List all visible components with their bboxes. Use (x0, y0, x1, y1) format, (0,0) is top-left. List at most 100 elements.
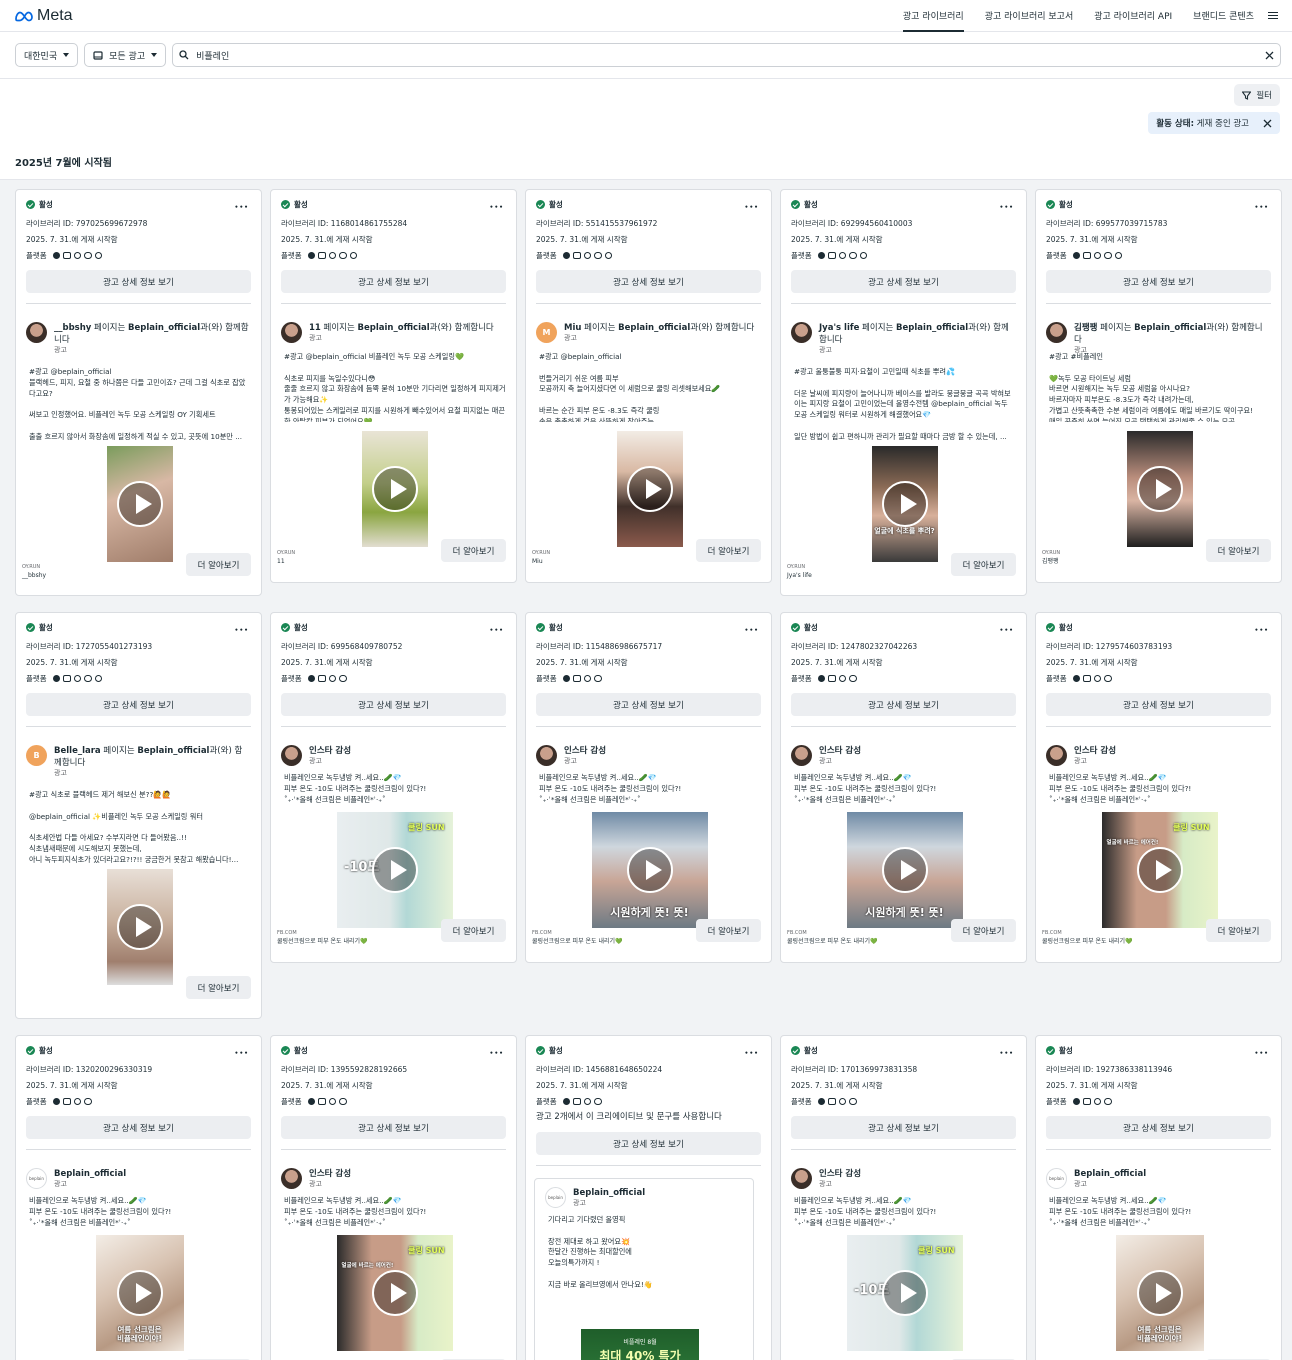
page-name[interactable]: __bbshy (54, 323, 91, 333)
search-input[interactable]: 비플레인 (172, 43, 1281, 67)
learn-more-button[interactable]: 더 알아보기 (441, 539, 506, 562)
see-ad-details-button[interactable]: 광고 상세 정보 보기 (536, 1132, 761, 1155)
more-options-icon[interactable]: ••• (1254, 627, 1269, 634)
more-options-icon[interactable]: ••• (744, 1050, 759, 1057)
partner-name[interactable]: Beplain_official (1134, 323, 1206, 333)
see-ad-details-button[interactable]: 광고 상세 정보 보기 (791, 270, 1016, 293)
ad-video-thumbnail[interactable]: -10도 쿨링 SUN (336, 812, 453, 928)
more-options-icon[interactable]: ••• (234, 1050, 249, 1057)
nav-ad-library[interactable]: 광고 라이브러리 (903, 0, 964, 32)
learn-more-button[interactable]: 더 알아보기 (696, 539, 761, 562)
more-options-icon[interactable]: ••• (1254, 1050, 1269, 1057)
ad-video-thumbnail[interactable]: 시원하게 뜻! 뜻! (846, 812, 963, 928)
nav-ad-library-api[interactable]: 광고 라이브러리 API (1094, 0, 1172, 32)
play-button-icon[interactable] (1136, 1270, 1183, 1316)
ad-video-thumbnail[interactable]: 여름 선크림은 비플레인이야! (1115, 1235, 1204, 1351)
ad-video-thumbnail[interactable] (1126, 431, 1193, 547)
page-name[interactable]: Beplain_official (1074, 1169, 1146, 1179)
country-select[interactable]: 대한민국 (15, 43, 79, 67)
remove-filter-icon[interactable] (1263, 119, 1272, 128)
see-ad-details-button[interactable]: 광고 상세 정보 보기 (1046, 693, 1271, 716)
more-options-icon[interactable]: ••• (489, 1050, 504, 1057)
page-name[interactable]: Miu (564, 323, 581, 333)
play-button-icon[interactable] (1136, 466, 1183, 512)
partner-name[interactable]: Beplain_official (358, 323, 430, 333)
nav-branded-content[interactable]: 브랜디드 콘텐츠 (1193, 0, 1254, 32)
page-name[interactable]: 인스타 감성 (819, 1169, 861, 1179)
more-options-icon[interactable]: ••• (999, 627, 1014, 634)
status-filter-chip[interactable]: 활동 상태: 게재 중인 광고 (1148, 112, 1280, 134)
ad-video-thumbnail[interactable]: 여름 선크림은 비플레인이야! (95, 1235, 184, 1351)
ad-type-select[interactable]: 모든 광고 (84, 43, 167, 67)
more-options-icon[interactable]: ••• (744, 204, 759, 211)
more-options-icon[interactable]: ••• (234, 204, 249, 211)
ad-video-thumbnail[interactable]: 얼굴에 식초를 뿌려? (871, 446, 938, 562)
hamburger-menu-icon[interactable] (1268, 12, 1278, 19)
ad-video-thumbnail[interactable] (361, 431, 428, 547)
nav-ad-library-report[interactable]: 광고 라이브러리 보고서 (985, 0, 1074, 32)
play-button-icon[interactable] (371, 847, 418, 893)
page-name[interactable]: Belle_lara (54, 746, 101, 756)
ad-video-thumbnail[interactable]: 시원하게 뜻! 뜻! (591, 812, 708, 928)
learn-more-button[interactable]: 더 알아보기 (951, 553, 1016, 576)
more-options-icon[interactable]: ••• (489, 204, 504, 211)
play-button-icon[interactable] (371, 1270, 418, 1316)
learn-more-button[interactable]: 더 알아보기 (441, 919, 506, 942)
play-button-icon[interactable] (116, 904, 163, 950)
partner-name[interactable]: Beplain_official (618, 323, 690, 333)
meta-logo[interactable]: Meta (14, 7, 73, 25)
learn-more-button[interactable]: 더 알아보기 (951, 919, 1016, 942)
ad-video-thumbnail[interactable]: 얼굴에 바르는 에어컨! 쿨링 SUN (336, 1235, 453, 1351)
ad-video-thumbnail[interactable]: -10도 쿨링 SUN (846, 1235, 963, 1351)
ad-video-thumbnail[interactable] (616, 431, 683, 547)
filter-button[interactable]: 필터 (1234, 84, 1280, 106)
see-ad-details-button[interactable]: 광고 상세 정보 보기 (26, 1116, 251, 1139)
page-name[interactable]: 11 (309, 323, 321, 333)
partner-name[interactable]: Beplain_official (128, 323, 200, 333)
page-name[interactable]: 인스타 감성 (819, 746, 861, 756)
more-options-icon[interactable]: ••• (744, 627, 759, 634)
see-ad-details-button[interactable]: 광고 상세 정보 보기 (1046, 1116, 1271, 1139)
learn-more-button[interactable]: 더 알아보기 (1206, 919, 1271, 942)
partner-name[interactable]: Beplain_official (137, 746, 209, 756)
more-options-icon[interactable]: ••• (489, 627, 504, 634)
page-name[interactable]: Jya's life (819, 323, 859, 333)
play-button-icon[interactable] (116, 1270, 163, 1316)
page-name[interactable]: Beplain_official (573, 1188, 645, 1198)
see-ad-details-button[interactable]: 광고 상세 정보 보기 (281, 270, 506, 293)
play-button-icon[interactable] (881, 847, 928, 893)
ad-video-thumbnail[interactable] (106, 869, 173, 985)
learn-more-button[interactable]: 더 알아보기 (186, 976, 251, 999)
page-name[interactable]: 인스타 감성 (309, 746, 351, 756)
see-ad-details-button[interactable]: 광고 상세 정보 보기 (536, 270, 761, 293)
play-button-icon[interactable] (371, 466, 418, 512)
learn-more-button[interactable]: 더 알아보기 (1206, 539, 1271, 562)
play-button-icon[interactable] (881, 1270, 928, 1316)
more-options-icon[interactable]: ••• (999, 204, 1014, 211)
ad-video-thumbnail[interactable] (106, 446, 173, 562)
more-options-icon[interactable]: ••• (1254, 204, 1269, 211)
page-name[interactable]: 인스타 감성 (309, 1169, 351, 1179)
play-button-icon[interactable] (626, 847, 673, 893)
see-ad-details-button[interactable]: 광고 상세 정보 보기 (281, 693, 506, 716)
play-button-icon[interactable] (881, 481, 928, 527)
page-name[interactable]: Beplain_official (54, 1169, 126, 1179)
ad-video-thumbnail[interactable]: 얼굴에 바르는 에어컨! 쿨링 SUN (1101, 812, 1218, 928)
see-ad-details-button[interactable]: 광고 상세 정보 보기 (536, 693, 761, 716)
page-name[interactable]: 인스타 감성 (564, 746, 606, 756)
more-options-icon[interactable]: ••• (234, 627, 249, 634)
play-button-icon[interactable] (116, 481, 163, 527)
page-name[interactable]: 김팽팽 (1074, 323, 1097, 333)
see-ad-details-button[interactable]: 광고 상세 정보 보기 (26, 270, 251, 293)
learn-more-button[interactable]: 더 알아보기 (696, 919, 761, 942)
see-ad-details-button[interactable]: 광고 상세 정보 보기 (791, 1116, 1016, 1139)
see-ad-details-button[interactable]: 광고 상세 정보 보기 (26, 693, 251, 716)
partner-name[interactable]: Beplain_official (896, 323, 968, 333)
play-button-icon[interactable] (626, 466, 673, 512)
see-ad-details-button[interactable]: 광고 상세 정보 보기 (791, 693, 1016, 716)
learn-more-button[interactable]: 더 알아보기 (186, 553, 251, 576)
see-ad-details-button[interactable]: 광고 상세 정보 보기 (281, 1116, 506, 1139)
see-ad-details-button[interactable]: 광고 상세 정보 보기 (1046, 270, 1271, 293)
more-options-icon[interactable]: ••• (999, 1050, 1014, 1057)
clear-search-icon[interactable] (1265, 51, 1274, 60)
